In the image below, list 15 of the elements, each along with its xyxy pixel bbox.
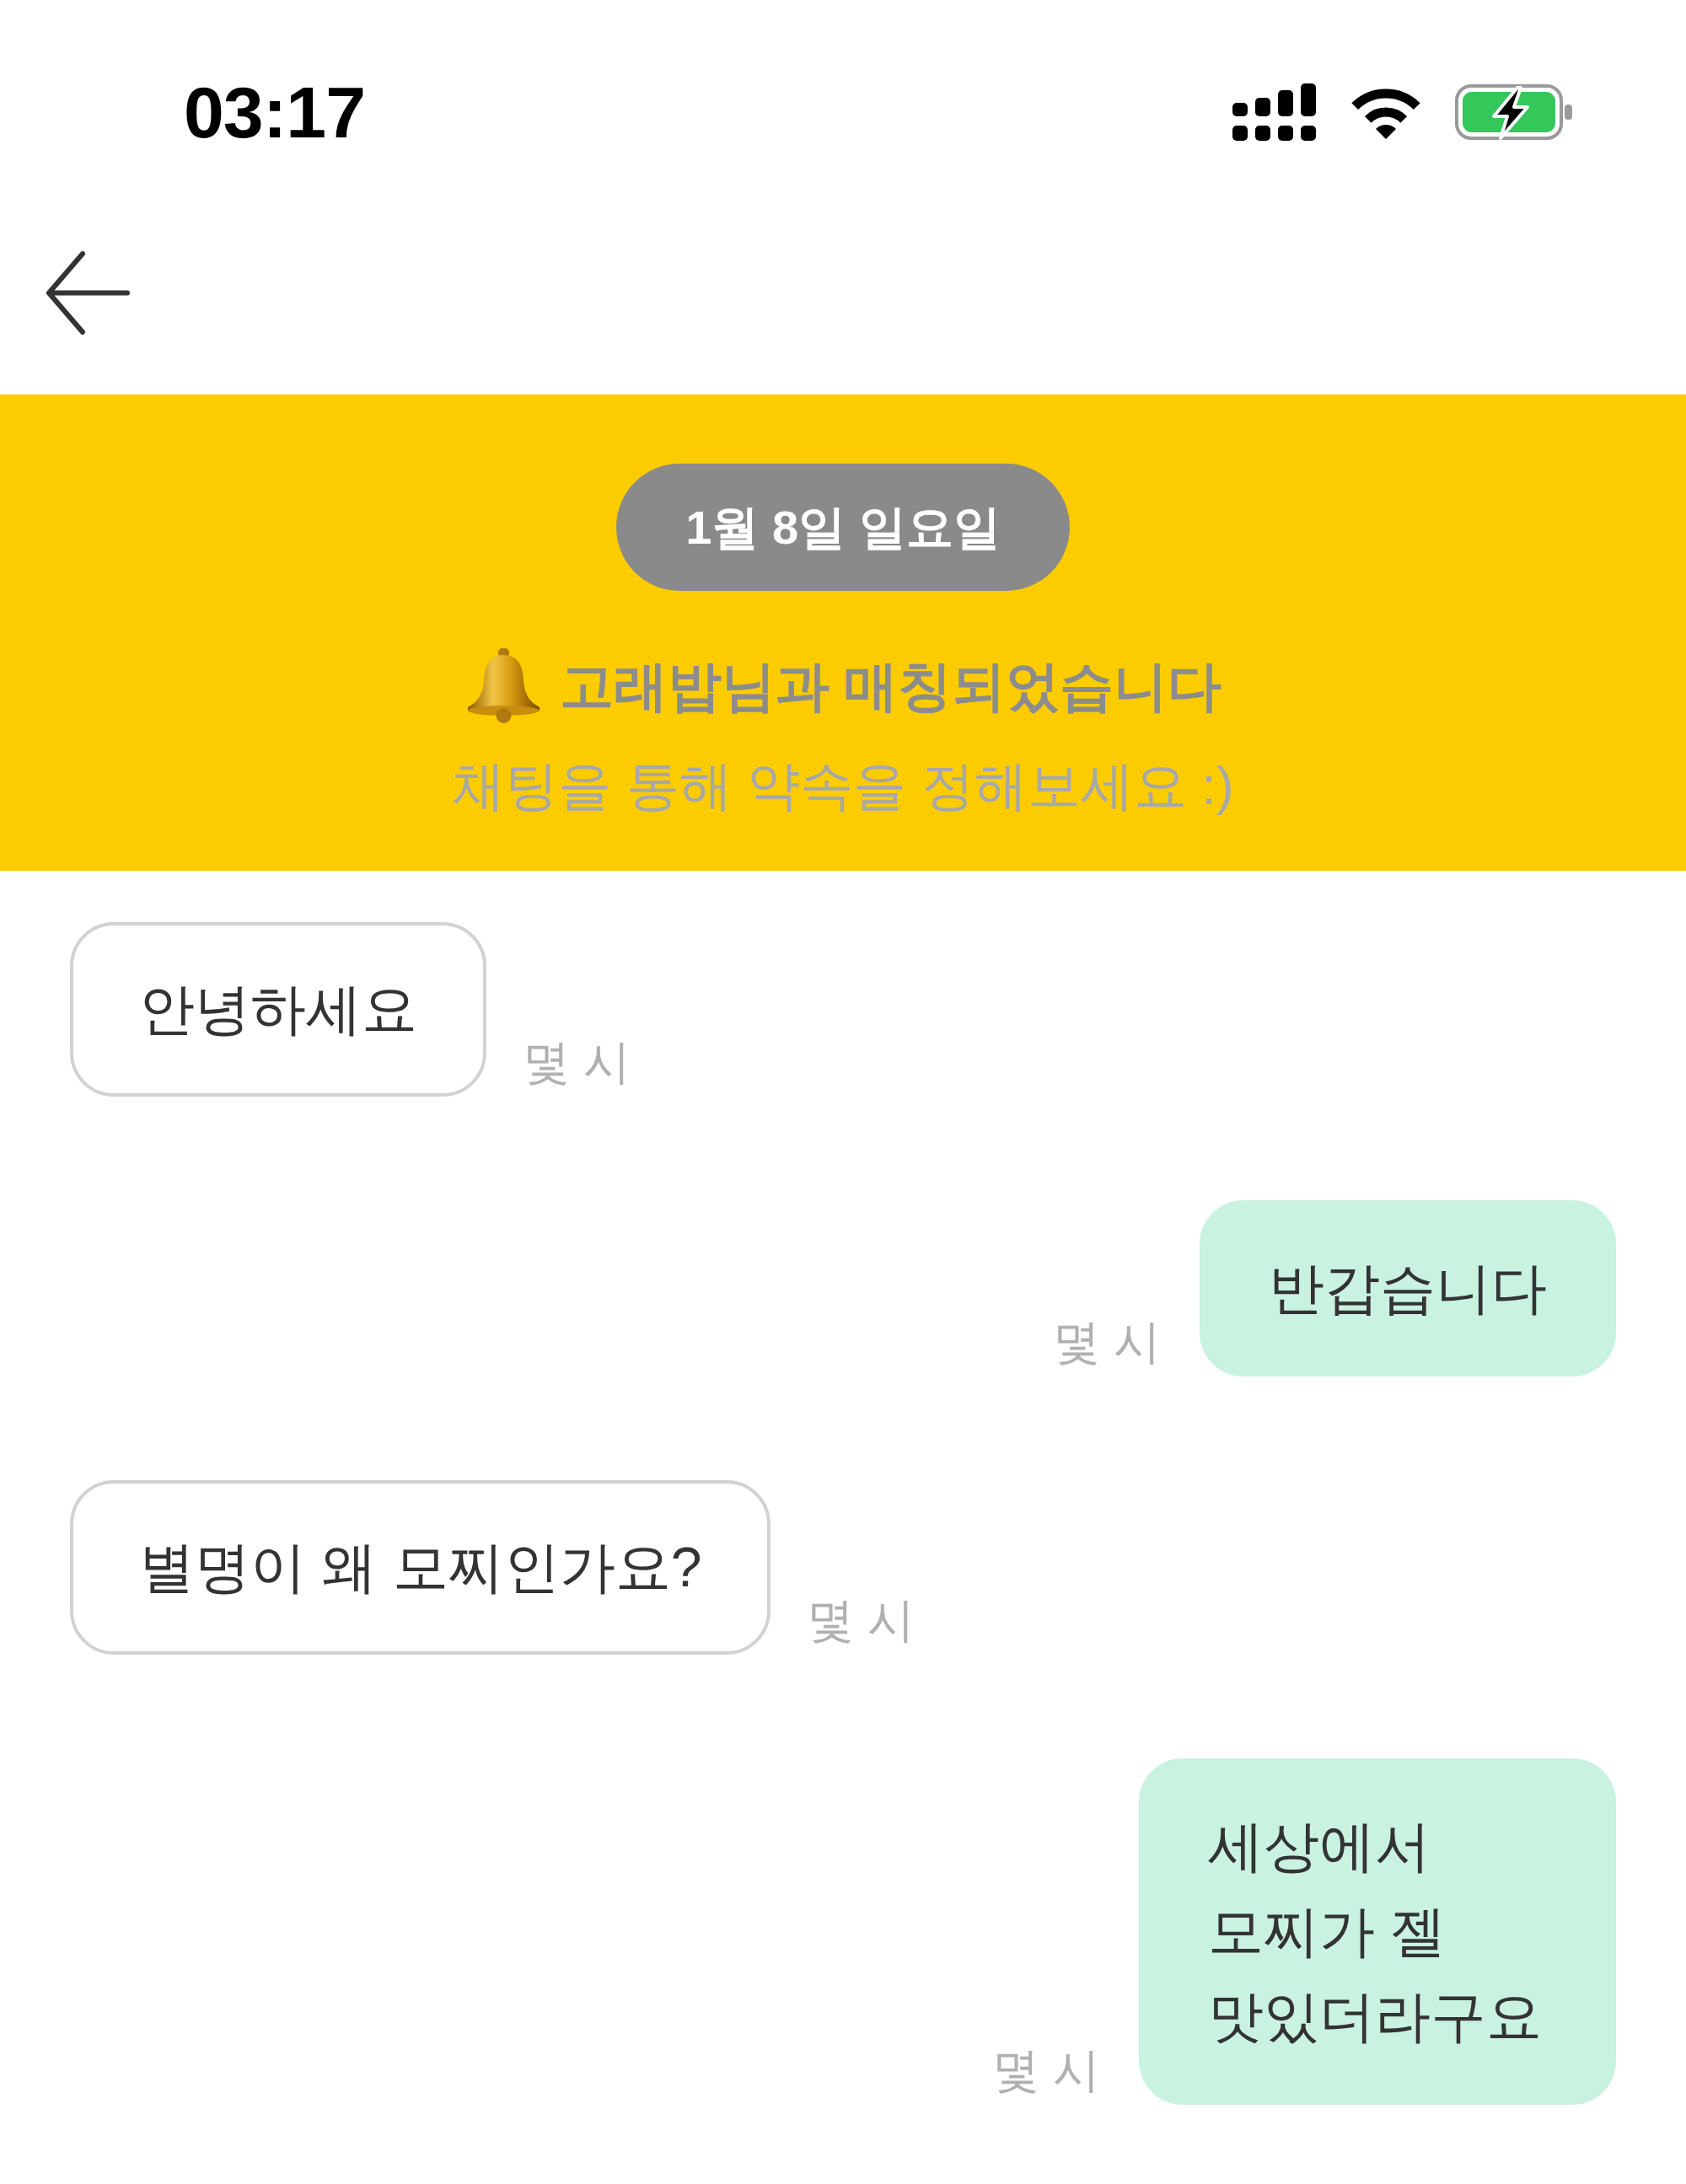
status-time: 03:17 [184, 76, 365, 148]
sent-message: 반갑습니다 [1200, 1200, 1616, 1376]
message-time: 몇 시 [992, 2042, 1100, 2098]
battery-charging-icon [1455, 84, 1573, 140]
signal-icon [1232, 83, 1317, 141]
message-time: 몇 시 [807, 1591, 915, 1648]
match-subtitle: 채팅을 통해 약속을 정해보세요 :) [452, 755, 1234, 817]
message-time: 몇 시 [1053, 1313, 1161, 1370]
back-icon[interactable] [45, 251, 130, 335]
sent-message: 세상에서 모찌가 젤 맛있더라구요 [1139, 1758, 1616, 2105]
match-title: 고래밥님과 매칭되었습니다 [559, 654, 1222, 718]
received-message: 안녕하세요 [70, 922, 486, 1097]
message-time: 몇 시 [523, 1033, 631, 1090]
received-message: 별명이 왜 모찌인가요? [70, 1480, 771, 1655]
date-chip: 1월 8일 일요일 [616, 464, 1070, 591]
